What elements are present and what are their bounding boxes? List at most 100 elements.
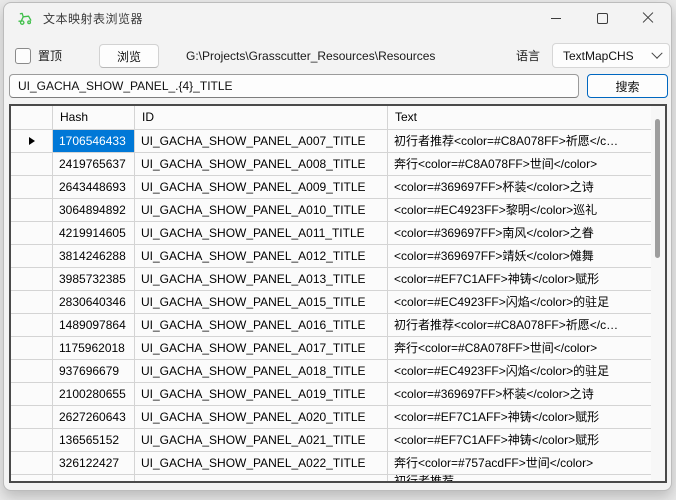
cell-hash[interactable]: 2830640346 bbox=[53, 291, 135, 314]
cell-id[interactable]: UI_GACHA_SHOW_PANEL_A009_TITLE bbox=[135, 176, 388, 199]
row-header-cell[interactable] bbox=[11, 314, 53, 337]
cell-text[interactable]: <color=#EF7C1AFF>神铸</color>赋形 bbox=[388, 429, 651, 452]
cell-hash[interactable]: 2643448693 bbox=[53, 176, 135, 199]
column-header-id[interactable]: ID bbox=[135, 106, 388, 130]
pin-on-top-checkbox[interactable] bbox=[15, 48, 31, 64]
table-row[interactable]: 2643448693 UI_GACHA_SHOW_PANEL_A009_TITL… bbox=[11, 176, 651, 199]
cell-id[interactable]: UI_GACHA_SHOW_PANEL_A022_TITLE bbox=[135, 452, 388, 475]
table-row[interactable]: 4219914605 UI_GACHA_SHOW_PANEL_A011_TITL… bbox=[11, 222, 651, 245]
row-header-cell[interactable] bbox=[11, 153, 53, 176]
pin-on-top-label[interactable]: 置顶 bbox=[38, 48, 62, 64]
cell-text[interactable]: 奔行<color=#C8A078FF>世间</color> bbox=[388, 153, 651, 176]
cell-hash[interactable]: 1175962018 bbox=[53, 337, 135, 360]
cell-id[interactable]: UI_GACHA_SHOW_PANEL_A015_TITLE bbox=[135, 291, 388, 314]
table-row[interactable]: 3064894892 UI_GACHA_SHOW_PANEL_A010_TITL… bbox=[11, 199, 651, 222]
table-row[interactable]: 1175962018 UI_GACHA_SHOW_PANEL_A017_TITL… bbox=[11, 337, 651, 360]
table-row[interactable]: 2830640346 UI_GACHA_SHOW_PANEL_A015_TITL… bbox=[11, 291, 651, 314]
cell-text[interactable]: <color=#EF7C1AFF>神铸</color>赋形 bbox=[388, 406, 651, 429]
cell-id[interactable]: UI_GACHA_SHOW_PANEL_A017_TITLE bbox=[135, 337, 388, 360]
row-header-cell[interactable] bbox=[11, 429, 53, 452]
table-row[interactable]: 937696679 UI_GACHA_SHOW_PANEL_A018_TITLE… bbox=[11, 360, 651, 383]
table-row[interactable]: 1489097864 UI_GACHA_SHOW_PANEL_A016_TITL… bbox=[11, 314, 651, 337]
cell-hash[interactable]: 2627260643 bbox=[53, 406, 135, 429]
cell-hash[interactable]: 1706546433 bbox=[53, 130, 135, 153]
cell-hash[interactable]: 2100280655 bbox=[53, 383, 135, 406]
cell-text[interactable]: 初行者推荐<color=#C8A078FF>祈愿</c… bbox=[388, 130, 651, 153]
row-header-cell[interactable] bbox=[11, 360, 53, 383]
row-header-cell[interactable] bbox=[11, 337, 53, 360]
table-row[interactable]: 2419765637 UI_GACHA_SHOW_PANEL_A008_TITL… bbox=[11, 153, 651, 176]
language-label: 语言 bbox=[516, 48, 540, 64]
table-row[interactable]: 136565152 UI_GACHA_SHOW_PANEL_A021_TITLE… bbox=[11, 429, 651, 452]
minimize-button[interactable] bbox=[533, 3, 579, 33]
scrollbar-thumb[interactable] bbox=[655, 119, 660, 258]
cell-hash[interactable]: 136565152 bbox=[53, 429, 135, 452]
row-header-cell[interactable] bbox=[11, 406, 53, 429]
column-header-hash[interactable]: Hash bbox=[53, 106, 135, 130]
row-header-cell[interactable] bbox=[11, 222, 53, 245]
grid-table: Hash ID Text 1706546433 UI_GACHA_SHOW_PA… bbox=[11, 106, 651, 481]
cell-id[interactable]: UI_GACHA_SHOW_PANEL_A010_TITLE bbox=[135, 199, 388, 222]
title-bar[interactable]: 文本映射表浏览器 bbox=[4, 3, 671, 33]
cell-id[interactable]: UI_GACHA_SHOW_PANEL_A012_TITLE bbox=[135, 245, 388, 268]
cell-text[interactable]: <color=#EC4923FF>闪焰</color>的驻足 bbox=[388, 291, 651, 314]
cell-id[interactable]: UI_GACHA_SHOW_PANEL_A011_TITLE bbox=[135, 222, 388, 245]
cell-text[interactable]: <color=#EF7C1AFF>神铸</color>赋形 bbox=[388, 268, 651, 291]
cell-hash[interactable]: 3064894892 bbox=[53, 199, 135, 222]
table-row[interactable]: 1706546433 UI_GACHA_SHOW_PANEL_A007_TITL… bbox=[11, 130, 651, 153]
table-row[interactable]: 2100280655 UI_GACHA_SHOW_PANEL_A019_TITL… bbox=[11, 383, 651, 406]
cell-text[interactable]: 初行者推荐<color=#C8A078FF>祈愿</c… bbox=[388, 314, 651, 337]
cell-id[interactable]: UI_GACHA_SHOW_PANEL_A019_TITLE bbox=[135, 383, 388, 406]
cell-hash[interactable] bbox=[53, 475, 135, 481]
browse-button[interactable]: 浏览 bbox=[99, 44, 159, 68]
cell-hash[interactable]: 3814246288 bbox=[53, 245, 135, 268]
cell-text[interactable]: <color=#369697FF>靖妖</color>傩舞 bbox=[388, 245, 651, 268]
cell-text[interactable]: 奔行<color=#757acdFF>世间</color> bbox=[388, 452, 651, 475]
row-header-cell[interactable] bbox=[11, 383, 53, 406]
row-header-cell[interactable] bbox=[11, 130, 53, 153]
row-header-cell[interactable] bbox=[11, 199, 53, 222]
cell-hash[interactable]: 1489097864 bbox=[53, 314, 135, 337]
header-row-selector[interactable] bbox=[11, 106, 53, 130]
cell-id[interactable]: UI_GACHA_SHOW_PANEL_A020_TITLE bbox=[135, 406, 388, 429]
cell-id[interactable]: UI_GACHA_SHOW_PANEL_A018_TITLE bbox=[135, 360, 388, 383]
vertical-scrollbar[interactable] bbox=[651, 106, 665, 481]
cell-hash[interactable]: 937696679 bbox=[53, 360, 135, 383]
row-header-cell[interactable] bbox=[11, 245, 53, 268]
cell-hash[interactable]: 4219914605 bbox=[53, 222, 135, 245]
table-row[interactable]: 3985732385 UI_GACHA_SHOW_PANEL_A013_TITL… bbox=[11, 268, 651, 291]
row-header-cell[interactable] bbox=[11, 291, 53, 314]
cell-hash[interactable]: 326122427 bbox=[53, 452, 135, 475]
column-header-text[interactable]: Text bbox=[388, 106, 651, 130]
table-row[interactable]: 2627260643 UI_GACHA_SHOW_PANEL_A020_TITL… bbox=[11, 406, 651, 429]
cell-text[interactable]: <color=#369697FF>杯装</color>之诗 bbox=[388, 383, 651, 406]
cell-id[interactable]: UI_GACHA_SHOW_PANEL_A013_TITLE bbox=[135, 268, 388, 291]
close-button[interactable] bbox=[625, 3, 671, 33]
cell-hash[interactable]: 3985732385 bbox=[53, 268, 135, 291]
cell-text[interactable]: <color=#369697FF>杯装</color>之诗 bbox=[388, 176, 651, 199]
cell-text[interactable]: <color=#EC4923FF>黎明</color>巡礼 bbox=[388, 199, 651, 222]
cell-hash[interactable]: 2419765637 bbox=[53, 153, 135, 176]
data-grid: Hash ID Text 1706546433 UI_GACHA_SHOW_PA… bbox=[9, 104, 667, 483]
cell-text[interactable]: 初行者推荐 bbox=[388, 475, 651, 481]
cell-text[interactable]: <color=#EC4923FF>闪焰</color>的驻足 bbox=[388, 360, 651, 383]
cell-text[interactable]: <color=#369697FF>南风</color>之眷 bbox=[388, 222, 651, 245]
cell-id[interactable]: UI_GACHA_SHOW_PANEL_A021_TITLE bbox=[135, 429, 388, 452]
row-header-cell[interactable] bbox=[11, 452, 53, 475]
language-selected-value: TextMapCHS bbox=[563, 49, 653, 63]
row-header-cell[interactable] bbox=[11, 475, 53, 481]
row-header-cell[interactable] bbox=[11, 268, 53, 291]
cell-text[interactable]: 奔行<color=#C8A078FF>世间</color> bbox=[388, 337, 651, 360]
row-header-cell[interactable] bbox=[11, 176, 53, 199]
partial-row[interactable]: 初行者推荐 bbox=[11, 475, 651, 481]
search-button[interactable]: 搜索 bbox=[587, 74, 668, 98]
cell-id[interactable]: UI_GACHA_SHOW_PANEL_A007_TITLE bbox=[135, 130, 388, 153]
table-row[interactable]: 3814246288 UI_GACHA_SHOW_PANEL_A012_TITL… bbox=[11, 245, 651, 268]
maximize-button[interactable] bbox=[579, 3, 625, 33]
search-input[interactable] bbox=[9, 74, 579, 98]
cell-id[interactable]: UI_GACHA_SHOW_PANEL_A016_TITLE bbox=[135, 314, 388, 337]
cell-id[interactable]: UI_GACHA_SHOW_PANEL_A008_TITLE bbox=[135, 153, 388, 176]
table-row[interactable]: 326122427 UI_GACHA_SHOW_PANEL_A022_TITLE… bbox=[11, 452, 651, 475]
cell-id[interactable] bbox=[135, 475, 388, 481]
language-combobox[interactable]: TextMapCHS bbox=[552, 43, 670, 68]
